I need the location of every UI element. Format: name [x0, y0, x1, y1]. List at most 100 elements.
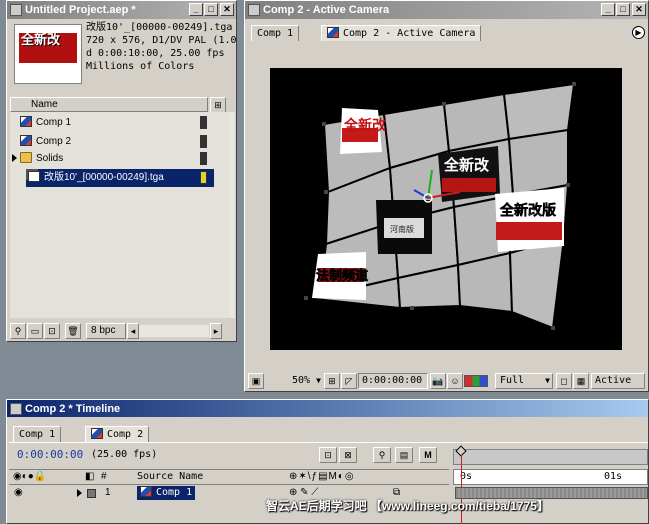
comp-viewer[interactable]: 全新改 全新改 全新改版 河南版 法制频道	[248, 42, 647, 368]
project-item-label: Comp 2	[36, 136, 72, 147]
resolution-value: Full	[500, 375, 525, 386]
footage-thumbnail: 全新改	[14, 24, 82, 84]
source-name-header[interactable]: Source Name	[137, 471, 203, 482]
layer-image-c[interactable]	[495, 188, 564, 252]
timeline-fps: (25.00 fps)	[91, 449, 158, 460]
comp-toolbar: ▣ 50% ▼ ⊞ ◸ 0:00:00:00 📷 ☺ Full ▼ ◻ ▦ Ac…	[248, 372, 647, 390]
chevron-down-icon: ▼	[545, 376, 550, 385]
bpc-button[interactable]: 8 bpc	[86, 323, 126, 339]
trash-icon[interactable]: 🗑	[65, 323, 81, 339]
timecode-value: 0:00:00:00	[362, 375, 423, 386]
maximize-button[interactable]: □	[616, 3, 630, 16]
comp-markers-icon[interactable]: ⊠	[339, 447, 357, 463]
composition-icon	[140, 486, 152, 497]
layer-tile	[507, 128, 569, 197]
project-window-icon	[10, 4, 22, 16]
find-icon[interactable]: ⚲	[10, 323, 26, 339]
tab-comp-2-active-camera[interactable]: Comp 2 - Active Camera	[321, 25, 482, 41]
name-column-header[interactable]: Name	[10, 97, 208, 112]
work-area-bar[interactable]	[453, 449, 648, 465]
layer-label-swatch[interactable]	[87, 489, 96, 498]
show-snapshot-icon[interactable]: ☺	[447, 373, 463, 389]
title-safe-icon[interactable]: ⊞	[324, 373, 340, 389]
close-button[interactable]: ✕	[632, 3, 646, 16]
timeline-title-bar[interactable]: Comp 2 * Timeline	[7, 400, 648, 417]
flowchart-button[interactable]: ⊞	[210, 97, 226, 113]
composition-title: Comp 2 - Active Camera	[263, 4, 390, 16]
expand-arrow-icon[interactable]	[12, 154, 17, 162]
project-item-comp-1[interactable]: Comp 1	[20, 114, 220, 132]
project-scrollbar[interactable]	[229, 112, 235, 318]
label-swatch[interactable]	[200, 135, 207, 148]
view-value: Active	[595, 375, 632, 386]
bpc-label: 8 bpc	[91, 325, 116, 336]
new-comp-icon[interactable]: ⊡	[44, 323, 60, 339]
name-column-label: Name	[31, 99, 58, 110]
channel-icon[interactable]	[464, 375, 488, 387]
project-window: Untitled Project.aep * _ □ ✕ 全新改 改版10'_[…	[6, 0, 237, 342]
horizontal-scrollbar[interactable]	[139, 325, 209, 337]
label-swatch[interactable]	[200, 152, 207, 165]
info-dims: 720 x 576, D1/DV PAL (1.0	[86, 35, 236, 46]
mask-view-icon[interactable]: ◸	[341, 373, 357, 389]
draft-3d-icon[interactable]: ⚲	[373, 447, 391, 463]
tab-label: Comp 1	[257, 28, 294, 39]
switches-header-icon: ⊕✶\ƒ▤M◐◎	[289, 471, 355, 482]
timeline-title: Comp 2 * Timeline	[25, 403, 121, 415]
info-duration: d 0:00:10:00, 25.00 fps	[86, 48, 225, 59]
timeline-timecode[interactable]: 0:00:00:00	[17, 448, 83, 461]
thumbnail-text: 全新改	[21, 32, 61, 47]
footage-icon	[28, 171, 40, 182]
tab-comp-1[interactable]: Comp 1	[251, 25, 300, 41]
zoom-value: 50%	[291, 375, 310, 386]
resolution-dropdown[interactable]: Full ▼	[495, 373, 553, 389]
timeline-tab-comp-2[interactable]: Comp 2	[85, 426, 150, 442]
footage-info: 改版10'_[00000-00249].tga 720 x 576, D1/DV…	[86, 21, 236, 73]
timeline-column-headers: ◉◐●🔒 ◧ # Source Name ⊕✶\ƒ▤M◐◎	[9, 469, 449, 485]
close-button[interactable]: ✕	[220, 3, 234, 16]
layer-text-e: 河南版	[390, 224, 414, 234]
time-ruler[interactable]: 0s 01s	[453, 469, 648, 485]
project-toolbar: ⚲ ▭ ⊡ 🗑 8 bpc ◂ ▸	[10, 323, 234, 339]
layer-text-d: 全新改版	[499, 202, 556, 219]
layer-text-a: 全新改	[343, 117, 387, 134]
comp-flowchart-icon[interactable]: ⊡	[319, 447, 337, 463]
layer-name[interactable]: Comp 1	[137, 486, 196, 500]
transparency-grid-icon[interactable]: ▦	[573, 373, 589, 389]
project-item-comp-2[interactable]: Comp 2	[20, 133, 220, 151]
scroll-right-icon[interactable]: ▸	[210, 323, 222, 339]
video-switch-icon[interactable]: ◉	[14, 487, 23, 498]
panel-menu-icon[interactable]: ▶	[632, 26, 645, 39]
project-item-label: Comp 1	[36, 117, 72, 128]
label-swatch[interactable]	[200, 116, 207, 129]
timecode-field[interactable]: 0:00:00:00	[358, 373, 428, 389]
project-item-solids[interactable]: Solids	[20, 150, 220, 168]
maximize-button[interactable]: □	[204, 3, 218, 16]
motion-blur-icon[interactable]: M	[419, 447, 437, 463]
folder-icon	[20, 152, 32, 163]
view-dropdown[interactable]: Active	[591, 373, 645, 389]
composition-window-icon	[248, 4, 260, 16]
minimize-button[interactable]: _	[601, 3, 615, 16]
layer-number: 1	[105, 487, 111, 498]
composition-window: Comp 2 - Active Camera _ □ ✕ Comp 1 Comp…	[244, 0, 649, 392]
timeline-window-icon	[10, 403, 22, 415]
tab-label: Comp 2 - Active Camera	[343, 28, 476, 39]
project-item-label: 改版10'_[00000-00249].tga	[44, 172, 164, 183]
composition-title-bar[interactable]: Comp 2 - Active Camera	[245, 1, 648, 19]
comp-canvas[interactable]: 全新改 全新改 全新改版 河南版 法制频道	[248, 42, 647, 368]
minimize-button[interactable]: _	[189, 3, 203, 16]
expand-arrow-icon[interactable]	[77, 489, 82, 497]
label-swatch[interactable]	[200, 171, 207, 184]
project-title: Untitled Project.aep *	[25, 4, 136, 16]
scroll-left-icon[interactable]: ◂	[127, 323, 139, 339]
shy-layers-icon[interactable]: ▤	[395, 447, 413, 463]
timeline-tab-comp-1[interactable]: Comp 1	[13, 426, 62, 442]
region-of-interest-icon[interactable]: ◻	[556, 373, 572, 389]
project-item-footage[interactable]: 改版10'_[00000-00249].tga	[26, 169, 214, 187]
new-folder-icon[interactable]: ▭	[27, 323, 43, 339]
tab-label: Comp 2	[107, 429, 144, 440]
zoom-dropdown[interactable]: 50% ▼	[270, 373, 322, 389]
snapshot-icon[interactable]: 📷	[430, 373, 446, 389]
always-preview-icon[interactable]: ▣	[248, 373, 264, 389]
